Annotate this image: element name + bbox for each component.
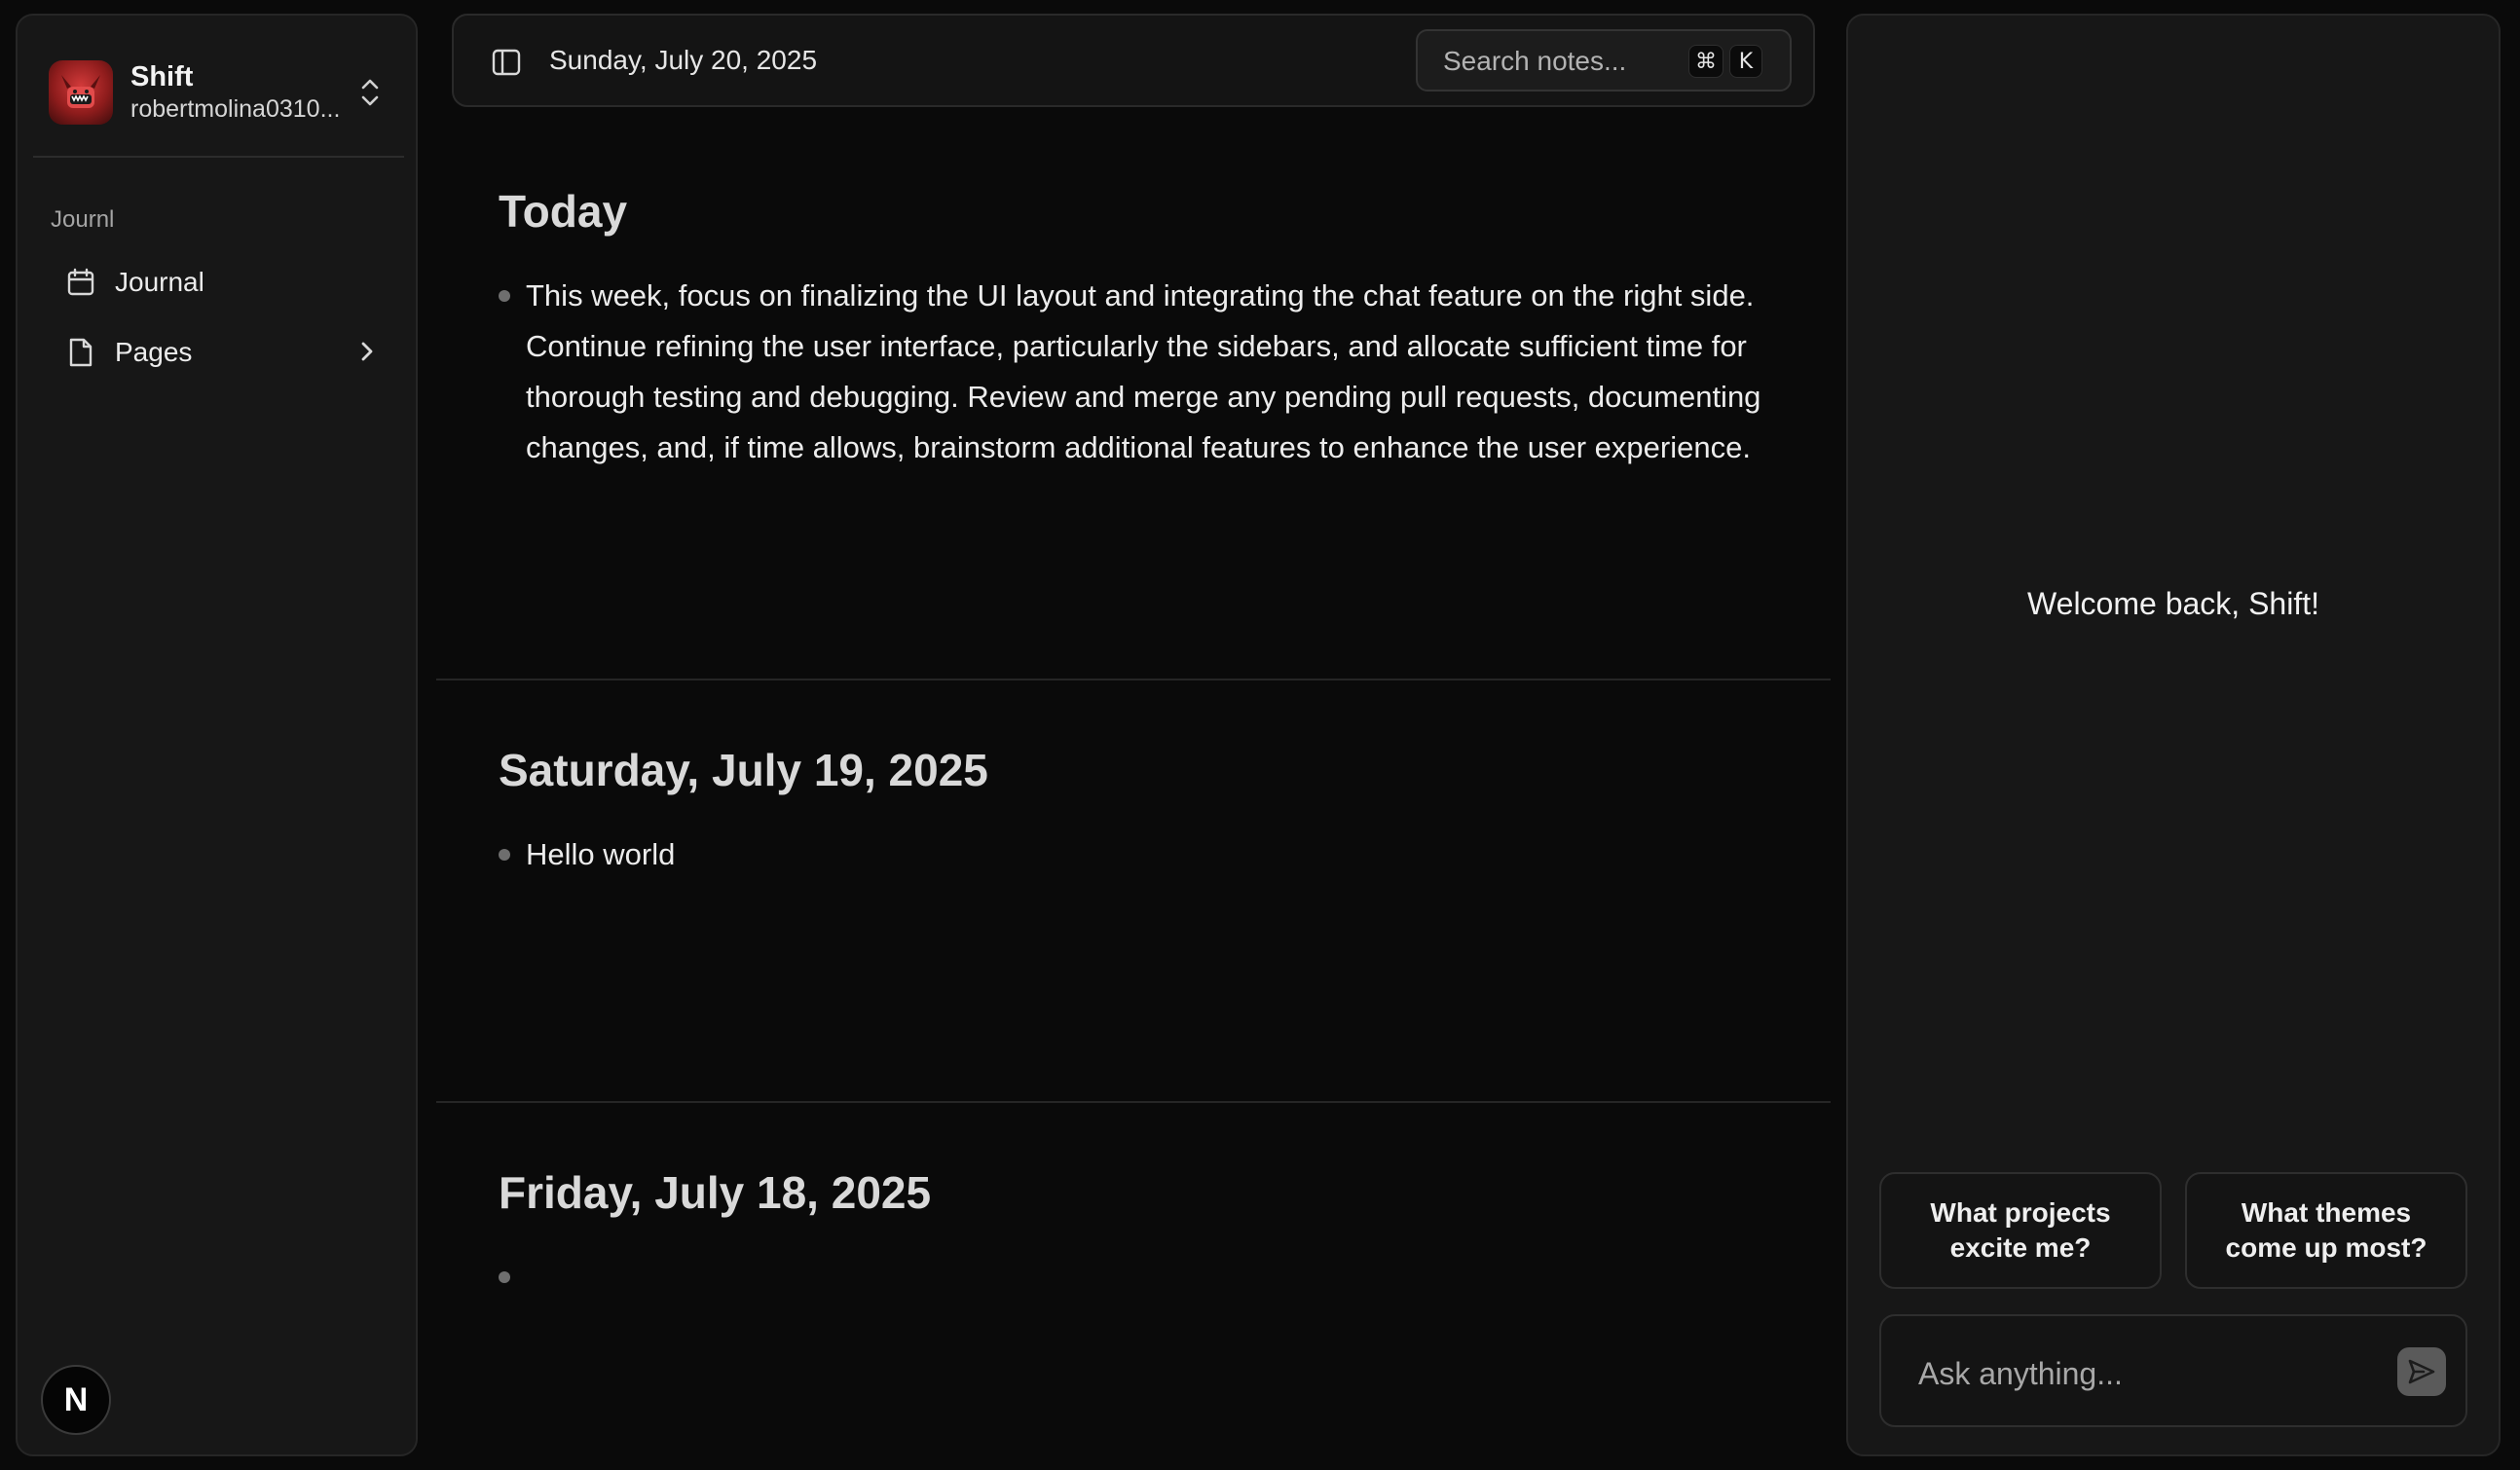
workspace-email: robertmolina0310... [130, 95, 341, 123]
workspace-switcher[interactable]: Shift robertmolina0310... [33, 41, 404, 144]
chat-panel: Welcome back, Shift! What projects excit… [1846, 14, 2501, 1456]
entry-title: Today [499, 186, 628, 237]
send-icon[interactable] [2397, 1347, 2446, 1396]
left-sidebar: Shift robertmolina0310... Journl Journal… [16, 14, 418, 1456]
sidebar-group-label: Journl [51, 206, 115, 233]
workspace-name: Shift [130, 61, 194, 92]
bullet-dot [499, 1271, 510, 1283]
search-input[interactable] [1441, 43, 1669, 80]
current-date: Sunday, July 20, 2025 [549, 45, 818, 75]
chevrons-up-down-icon[interactable] [359, 76, 381, 114]
chat-input[interactable] [1916, 1353, 2368, 1394]
chat-input-box[interactable] [1879, 1314, 2467, 1427]
workspace-avatar [49, 60, 113, 125]
entry-title: Saturday, July 19, 2025 [499, 745, 988, 795]
sidebar-divider [33, 156, 404, 158]
sidebar-item-label: Journal [115, 267, 204, 297]
suggestion-button[interactable]: What themes come up most? [2185, 1172, 2467, 1289]
chevron-right-icon[interactable] [357, 337, 377, 371]
entry-divider [436, 679, 1831, 680]
entry-bullet-text[interactable]: Hello world [526, 829, 1782, 880]
entry-divider [436, 1101, 1831, 1103]
file-icon [64, 336, 97, 369]
shortcut-k-key: K [1729, 45, 1762, 78]
entry-title: Friday, July 18, 2025 [499, 1167, 932, 1218]
sidebar-item-journal[interactable]: Journal [33, 251, 404, 313]
shortcut-command-key: ⌘ [1688, 45, 1723, 78]
bullet-dot [499, 290, 510, 302]
entry-bullet-text[interactable]: This week, focus on finalizing the UI la… [526, 271, 1782, 473]
avatar-mascot-icon [61, 75, 100, 108]
sidebar-item-pages[interactable]: Pages [33, 321, 404, 384]
sidebar-item-label: Pages [115, 337, 193, 367]
sidebar-toggle-icon[interactable] [487, 43, 526, 82]
top-bar: Sunday, July 20, 2025 ⌘ K [452, 14, 1815, 107]
suggestion-button[interactable]: What projects excite me? [1879, 1172, 2162, 1289]
search-box[interactable]: ⌘ K [1416, 29, 1792, 92]
calendar-icon [64, 266, 97, 299]
chat-welcome-message: Welcome back, Shift! [2027, 586, 2319, 621]
bullet-dot [499, 849, 510, 861]
nextjs-logo-badge[interactable]: N [41, 1365, 111, 1435]
